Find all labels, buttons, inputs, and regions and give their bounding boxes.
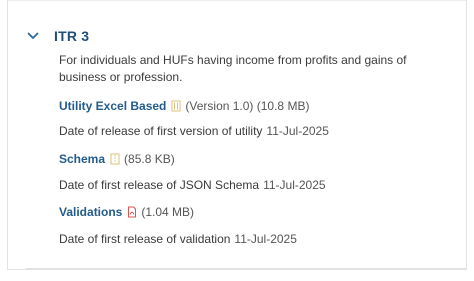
validations-download-row: Validations (1.04 MB) [59, 205, 439, 219]
zip-file-icon[interactable] [110, 153, 120, 165]
utility-release-row: Date of release of first version of util… [59, 124, 439, 138]
section-title: ITR 3 [54, 28, 90, 44]
validation-release-label: Date of first release of validation [59, 232, 231, 246]
schema-link[interactable]: Schema [59, 152, 105, 166]
chevron-down-icon [27, 32, 39, 39]
validations-link[interactable]: Validations [59, 205, 122, 219]
utility-excel-link[interactable]: Utility Excel Based [59, 99, 166, 113]
validations-meta: (1.04 MB) [141, 205, 195, 219]
schema-release-label: Date of first release of JSON Schema [59, 178, 260, 192]
section-divider [26, 268, 466, 269]
utility-release-date: 11-Jul-2025 [266, 124, 329, 138]
utility-download-row: Utility Excel Based (Version 1.0) (10.8 … [59, 99, 439, 113]
schema-release-date: 11-Jul-2025 [263, 178, 326, 192]
validation-release-date: 11-Jul-2025 [234, 232, 297, 246]
validation-release-row: Date of first release of validation 11-J… [59, 232, 439, 246]
section-toggle[interactable]: ITR 3 [26, 26, 89, 46]
schema-download-row: Schema (85.8 KB) [59, 152, 439, 166]
section-description: For individuals and HUFs having income f… [59, 53, 407, 84]
utility-release-label: Date of release of first version of util… [59, 124, 263, 138]
pdf-file-icon[interactable] [127, 206, 137, 218]
schema-release-row: Date of first release of JSON Schema 11-… [59, 178, 439, 192]
excel-file-icon[interactable] [171, 100, 181, 112]
section-content: For individuals and HUFs having income f… [59, 52, 439, 246]
schema-meta: (85.8 KB) [124, 152, 175, 166]
utility-meta: (Version 1.0) (10.8 MB) [185, 99, 310, 113]
